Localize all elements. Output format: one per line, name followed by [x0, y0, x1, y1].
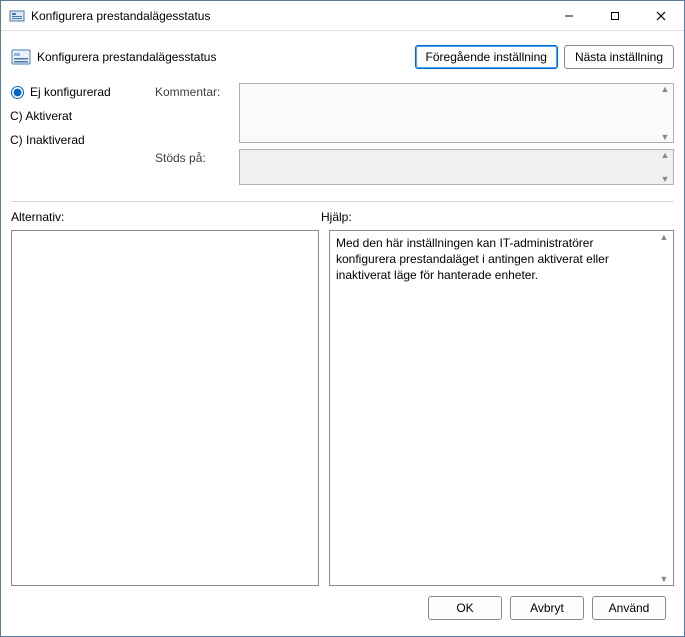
policy-header-icon [11, 47, 31, 67]
supported-label: Stöds på: [155, 149, 235, 165]
footer: OK Avbryt Använd [11, 586, 674, 630]
header-title: Konfigurera prestandalägesstatus [37, 50, 216, 64]
supported-box: ▲▼ [239, 149, 674, 185]
close-button[interactable] [638, 1, 684, 31]
maximize-button[interactable] [592, 1, 638, 31]
supported-textarea [239, 149, 674, 185]
radio-not-configured-label: Ej konfigurerad [30, 85, 111, 99]
radio-disabled-label: C) Inaktiverad [10, 133, 85, 147]
panes: Med den här inställningen kan IT-adminis… [11, 230, 674, 586]
ok-button[interactable]: OK [428, 596, 502, 620]
help-label: Hjälp: [321, 210, 352, 224]
radio-enabled-label: C) Aktiverat [10, 109, 72, 123]
help-pane: Med den här inställningen kan IT-adminis… [329, 230, 674, 586]
comment-textarea[interactable] [239, 83, 674, 143]
next-setting-button[interactable]: Nästa inställning [564, 45, 674, 69]
options-label: Alternativ: [11, 210, 311, 224]
dialog-window: Konfigurera prestandalägesstatus Konfigu… [0, 0, 685, 637]
comment-box: ▲▼ [239, 83, 674, 143]
section-labels: Alternativ: Hjälp: [11, 210, 674, 224]
radio-enabled[interactable]: C) Aktiverat [11, 109, 151, 123]
minimize-button[interactable] [546, 1, 592, 31]
content-area: Konfigurera prestandalägesstatus Föregåe… [1, 31, 684, 636]
comment-label: Kommentar: [155, 83, 235, 99]
apply-button[interactable]: Använd [592, 596, 666, 620]
window-title: Konfigurera prestandalägesstatus [31, 9, 210, 23]
radio-not-configured-input[interactable] [11, 86, 24, 99]
help-text: Med den här inställningen kan IT-adminis… [336, 235, 655, 284]
header-row: Konfigurera prestandalägesstatus Föregåe… [11, 41, 674, 79]
config-grid: Ej konfigurerad C) Aktiverat C) Inaktive… [11, 83, 674, 191]
titlebar: Konfigurera prestandalägesstatus [1, 1, 684, 31]
divider [11, 201, 674, 202]
options-pane [11, 230, 319, 586]
radio-not-configured[interactable]: Ej konfigurerad [11, 85, 151, 99]
radio-disabled[interactable]: C) Inaktiverad [11, 133, 151, 147]
cancel-button[interactable]: Avbryt [510, 596, 584, 620]
previous-setting-button[interactable]: Föregående inställning [415, 45, 558, 69]
help-scroll-icons: ▲▼ [656, 232, 672, 584]
policy-icon [9, 8, 25, 24]
